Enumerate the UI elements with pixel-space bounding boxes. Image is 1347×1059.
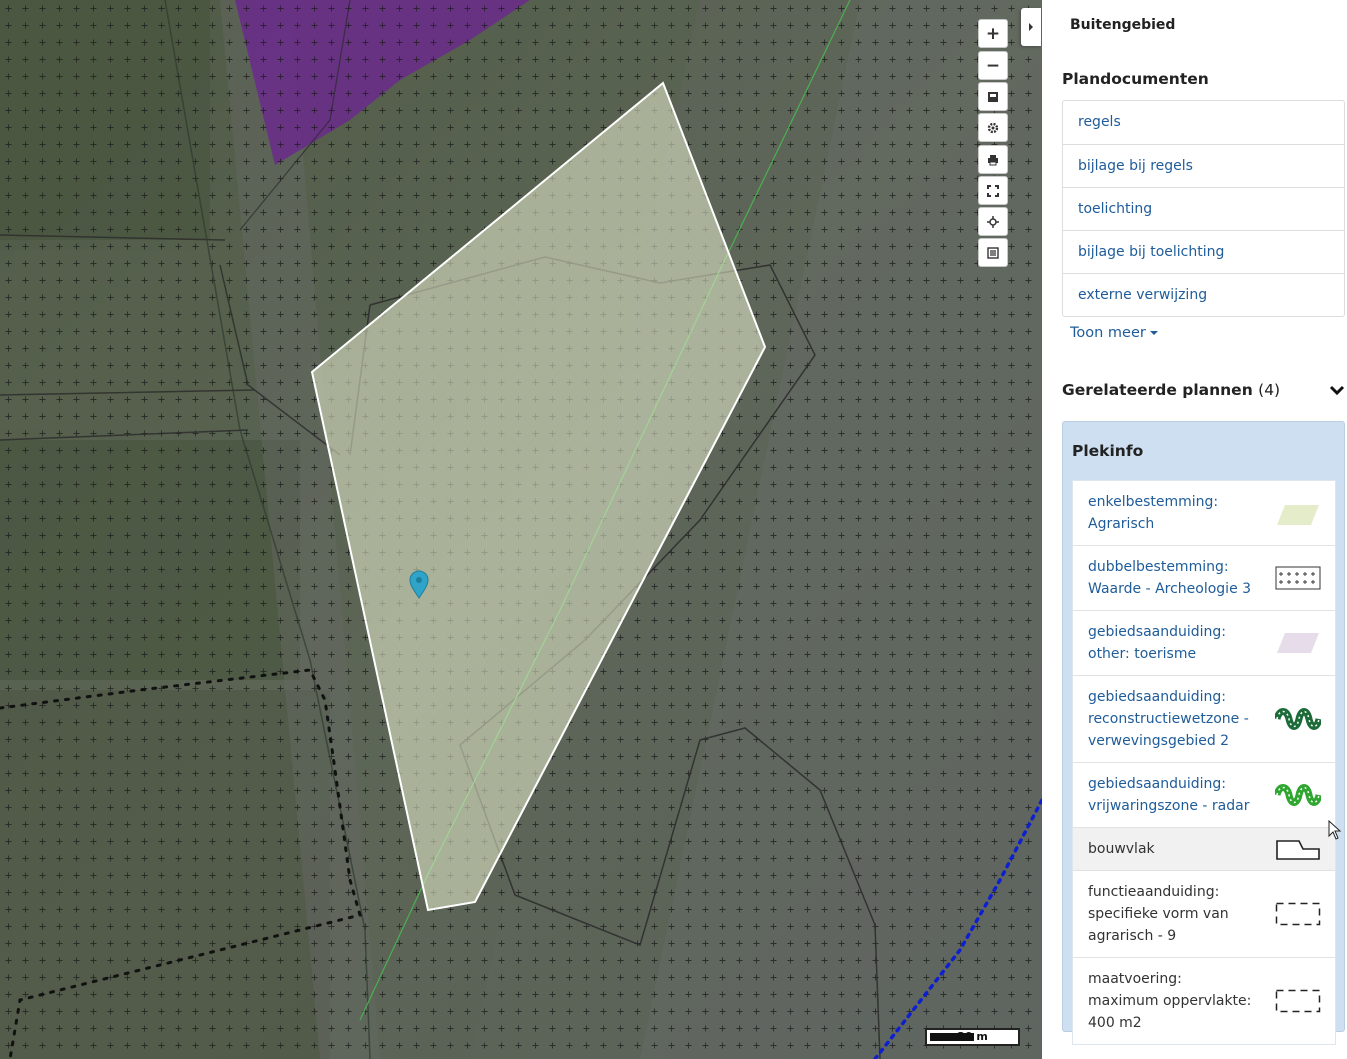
plekinfo-item-label: gebiedsaanduiding:	[1088, 689, 1227, 705]
layers-button[interactable]	[978, 82, 1008, 111]
plekinfo-item-toerisme[interactable]: gebiedsaanduiding: other: toerisme	[1073, 610, 1335, 675]
map-canvas[interactable]	[0, 0, 1042, 1059]
settings-button[interactable]	[978, 113, 1008, 142]
collapse-panel-button[interactable]	[1021, 8, 1041, 46]
plekinfo-item-label: enkelbestemming: Agrarisch	[1088, 494, 1219, 532]
plekinfo-item-maatvoering[interactable]: maatvoering: maximum oppervlakte: 400 m2	[1073, 957, 1335, 1044]
related-plans-label: Gerelateerde plannen	[1062, 381, 1253, 399]
zoom-out-button[interactable]: −	[978, 51, 1008, 80]
plekinfo-item-label: Waarde - Archeologie 3	[1088, 581, 1252, 597]
plekinfo-list: enkelbestemming: Agrarisch dubbelbestemm…	[1072, 480, 1336, 1045]
caret-down-icon	[1149, 331, 1158, 335]
plekinfo-item-label: gebiedsaanduiding:	[1088, 624, 1227, 640]
fullscreen-icon	[987, 184, 999, 197]
document-link-externe-verwijzing[interactable]: externe verwijzing	[1063, 273, 1344, 316]
plan-sidebar: Buitengebied Plandocumenten regels bijla…	[1042, 0, 1347, 1059]
layers-icon	[988, 91, 998, 102]
plan-title: Buitengebied	[1070, 17, 1176, 33]
plekinfo-item-label: dubbelbestemming:	[1088, 559, 1229, 575]
plekinfo-item-archeologie[interactable]: dubbelbestemming: Waarde - Archeologie 3	[1073, 545, 1335, 610]
scale-bar: 20 m	[925, 1028, 1020, 1046]
plekinfo-item-enkelbestemming[interactable]: enkelbestemming: Agrarisch	[1073, 481, 1335, 545]
plekinfo-item-label: bouwvlak	[1088, 841, 1155, 857]
document-link-bijlage-toelichting[interactable]: bijlage bij toelichting	[1063, 230, 1344, 273]
plekinfo-item-label: functieaanduiding:	[1088, 884, 1220, 900]
plekinfo-item-reconstructiewetzone[interactable]: gebiedsaanduiding: reconstructiewetzone …	[1073, 675, 1335, 762]
document-link-toelichting[interactable]: toelichting	[1063, 187, 1344, 230]
maatvoering-symbol-icon	[1275, 988, 1321, 1014]
plekinfo-item-label: vrijwaringszone - radar	[1088, 798, 1250, 814]
plekinfo-item-label: reconstructiewetzone -	[1088, 711, 1249, 727]
caret-right-icon	[1029, 23, 1033, 31]
agrarisch-symbol-icon	[1275, 502, 1321, 528]
print-button[interactable]	[978, 145, 1008, 174]
plekinfo-item-label: maatvoering:	[1088, 971, 1182, 987]
documents-heading: Plandocumenten	[1062, 70, 1209, 88]
documents-list: regels bijlage bij regels toelichting bi…	[1062, 100, 1345, 317]
plekinfo-item-label: agrarisch - 9	[1088, 928, 1177, 944]
plekinfo-item-label: maximum oppervlakte:	[1088, 993, 1252, 1009]
show-more-label: Toon meer	[1070, 325, 1146, 341]
plekinfo-item-functieaanduiding[interactable]: functieaanduiding: specifieke vorm van a…	[1073, 870, 1335, 957]
bouwvlak-symbol-icon	[1275, 836, 1321, 862]
archeologie-symbol-icon	[1275, 565, 1321, 591]
vrijwaringszone-symbol-icon	[1275, 782, 1321, 808]
plekinfo-item-label: other: toerisme	[1088, 646, 1197, 662]
document-link-bijlage-regels[interactable]: bijlage bij regels	[1063, 144, 1344, 187]
plekinfo-panel: Plekinfo enkelbestemming: Agrarisch dubb…	[1062, 421, 1345, 1045]
plekinfo-item-label: verwevingsgebied 2	[1088, 733, 1230, 749]
plekinfo-item-label: specifieke vorm van	[1088, 906, 1229, 922]
related-plans-header[interactable]: Gerelateerde plannen (4)	[1062, 381, 1345, 403]
chevron-down-icon[interactable]	[1329, 384, 1345, 396]
mouse-cursor-icon	[1328, 820, 1342, 840]
document-link-regels[interactable]: regels	[1063, 101, 1344, 144]
gear-icon	[987, 122, 999, 133]
plekinfo-item-label: gebiedsaanduiding:	[1088, 776, 1227, 792]
print-icon	[988, 154, 998, 165]
crosshair-icon	[987, 215, 999, 228]
functieaanduiding-symbol-icon	[1275, 901, 1321, 927]
fullscreen-button[interactable]	[978, 176, 1008, 205]
map-view[interactable]: + − 20 m	[0, 0, 1042, 1059]
toerisme-symbol-icon	[1275, 630, 1321, 656]
plekinfo-item-bouwvlak[interactable]: bouwvlak	[1073, 827, 1335, 870]
list-icon	[987, 246, 999, 259]
reconstructiewetzone-symbol-icon	[1275, 706, 1321, 732]
related-plans-count: (4)	[1258, 381, 1281, 399]
show-more-button[interactable]: Toon meer	[1070, 325, 1158, 341]
plekinfo-item-vrijwaringszone[interactable]: gebiedsaanduiding: vrijwaringszone - rad…	[1073, 762, 1335, 827]
legend-button[interactable]	[978, 238, 1008, 267]
locate-button[interactable]	[978, 207, 1008, 236]
plekinfo-title: Plekinfo	[1072, 442, 1144, 460]
zoom-in-button[interactable]: +	[978, 19, 1008, 48]
plekinfo-item-label: 400 m2	[1088, 1015, 1142, 1031]
